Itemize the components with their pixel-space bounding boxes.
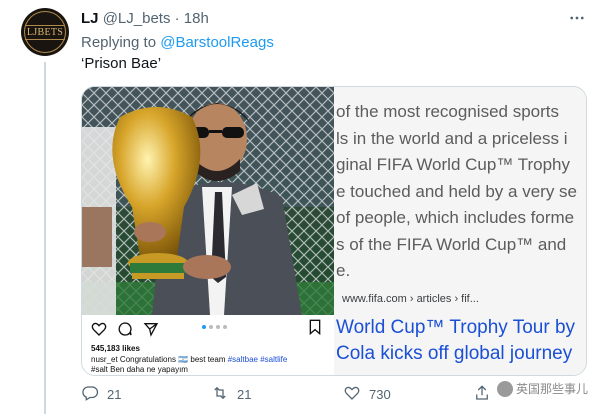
avatar[interactable]: LJBETS [21, 8, 69, 56]
caption-user: nusr_et [91, 355, 118, 364]
web-snippet-url: www.fifa.com › articles › fif... [342, 293, 479, 305]
carousel-dots [202, 325, 227, 329]
display-name[interactable]: LJ [81, 10, 99, 27]
web-snippet: of the most recognised sports ls in the … [334, 87, 586, 375]
web-title-line: World Cup™ Trophy Tour by [336, 317, 576, 338]
web-body-line: e. [336, 261, 351, 280]
tweet-card[interactable]: LJBETS LJ @LJ_bets · 18h Replying to @Ba… [0, 0, 603, 414]
instagram-likes: 545,183 likes [91, 344, 140, 353]
avatar-logo-ring: LJBETS [24, 11, 66, 53]
caption-emoji: 🇦🇷 [178, 355, 189, 364]
reply-button[interactable]: 21 [81, 384, 121, 405]
web-snippet-title: World Cup™ Trophy Tour by Cola kicks off… [336, 315, 575, 367]
more-horizontal-icon[interactable] [568, 9, 586, 32]
web-body-line: of people, which includes forme [336, 208, 575, 227]
web-snippet-body: of the most recognised sports ls in the … [336, 99, 577, 285]
share-button[interactable] [473, 384, 491, 405]
bookmark-icon[interactable] [308, 319, 322, 339]
like-icon [343, 384, 361, 405]
web-body-line: s of the FIFA World Cup™ and [336, 234, 567, 254]
instagram-caption-line2: #salt Ben daha ne yapayım [91, 365, 188, 374]
retweet-icon [211, 384, 229, 405]
caption-rest: best team [188, 355, 228, 364]
web-body-line: ls in the world and a priceless i [336, 128, 568, 148]
web-title-line: Cola kicks off global journey [336, 343, 573, 364]
share-icon [473, 384, 491, 405]
user-handle[interactable]: @LJ_bets [103, 10, 171, 27]
heart-icon[interactable] [91, 321, 107, 341]
reply-count: 21 [107, 387, 122, 402]
comment-icon[interactable] [117, 321, 133, 341]
watermark-text: 英国那些事儿 [516, 382, 589, 396]
replying-to-link[interactable]: @BarstoolReags [160, 34, 274, 51]
reply-icon [81, 384, 99, 405]
tweet-media[interactable]: 545,183 likes nusr_et Congratulations 🇦🇷… [81, 86, 587, 376]
timestamp[interactable]: 18h [184, 10, 209, 27]
web-body-line: of the most recognised sports [336, 102, 560, 121]
instagram-caption: nusr_et Congratulations 🇦🇷 best team #sa… [91, 355, 287, 364]
caption-tags: #saltbae #saltlife [227, 355, 288, 364]
avatar-logo-text: LJBETS [24, 24, 66, 40]
web-body-line: ginal FIFA World Cup™ Trophy [336, 155, 571, 174]
retweet-count: 21 [237, 387, 252, 402]
replying-to-line: Replying to @BarstoolReags [81, 33, 274, 53]
tweet-header: LJ @LJ_bets · 18h [81, 9, 209, 29]
thread-line [44, 62, 46, 414]
web-body-line: e touched and held by a very se [336, 181, 577, 201]
instagram-icons [91, 321, 159, 341]
watermark-logo-icon [497, 380, 513, 397]
retweet-button[interactable]: 21 [211, 384, 251, 405]
replying-prefix: Replying to [81, 34, 161, 51]
like-count: 730 [369, 387, 391, 402]
like-button[interactable]: 730 [343, 384, 391, 405]
instagram-photo [82, 87, 334, 315]
caption-text: Congratulations [117, 355, 179, 364]
watermark: 英国那些事儿 [497, 380, 588, 397]
separator-dot: · [174, 10, 180, 27]
tweet-text: ‘Prison Bae’ [81, 55, 162, 72]
share-icon[interactable] [143, 321, 159, 341]
instagram-action-bar: 545,183 likes nusr_et Congratulations 🇦🇷… [82, 315, 334, 375]
